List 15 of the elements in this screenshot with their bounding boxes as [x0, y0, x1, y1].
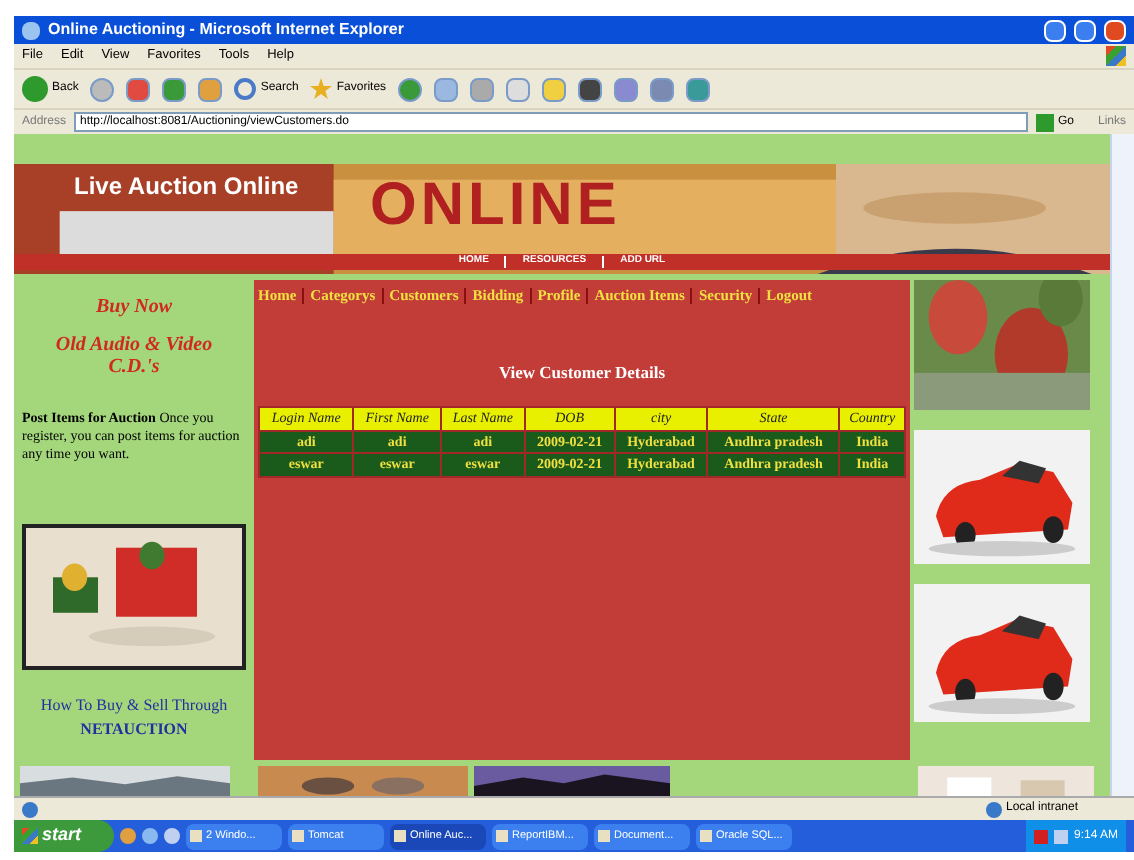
banner-heading: ONLINE	[370, 176, 621, 236]
windows-logo-icon	[1106, 46, 1126, 66]
maximize-button[interactable]	[1074, 19, 1096, 41]
promo-heading: Old Audio & Video C.D.'s	[53, 334, 215, 378]
minimize-button[interactable]	[1044, 19, 1066, 41]
star-icon	[310, 78, 333, 100]
scrollbar[interactable]	[1110, 134, 1134, 796]
brand-text[interactable]: NETAUCTION	[80, 718, 188, 742]
start-button[interactable]: start	[14, 820, 114, 852]
close-button[interactable]	[1104, 19, 1126, 41]
banner-title: Live Auction Online	[74, 170, 299, 204]
howto-text[interactable]: How To Buy & Sell Through	[40, 694, 228, 718]
buy-now-heading: Buy Now	[95, 294, 173, 322]
section-title: View Customer Details	[498, 360, 666, 386]
window-title: Online Auctioning - Microsoft Internet Explorer	[48, 18, 404, 42]
